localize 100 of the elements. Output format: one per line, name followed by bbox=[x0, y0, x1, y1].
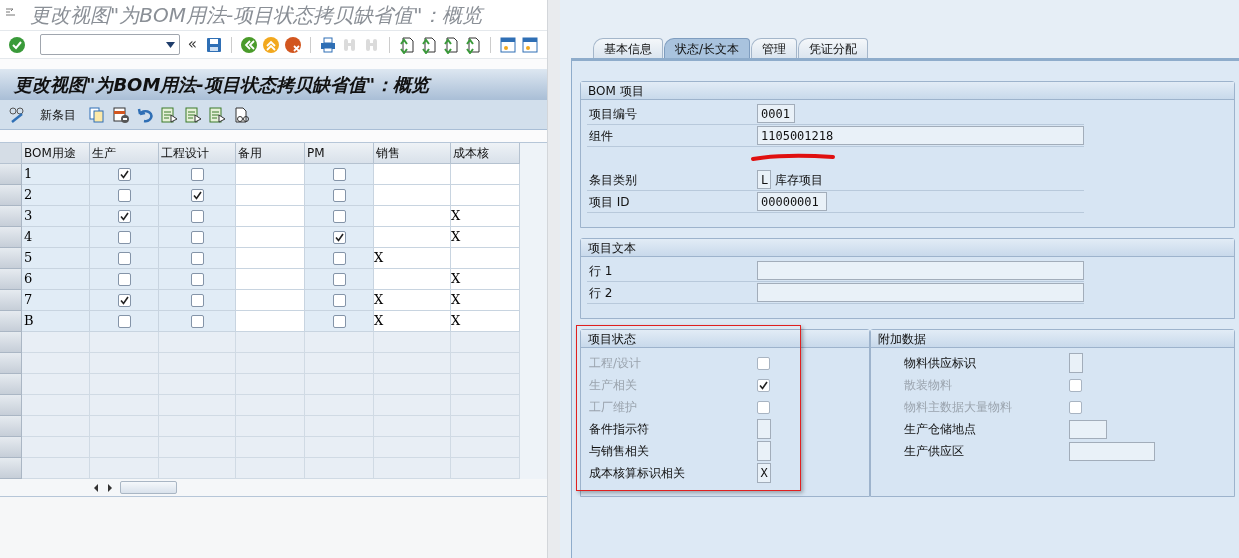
column-header[interactable]: BOM用途 bbox=[22, 143, 90, 164]
scroll-right-icon[interactable] bbox=[106, 482, 114, 493]
checkbox[interactable] bbox=[332, 272, 346, 286]
checkbox[interactable] bbox=[190, 209, 204, 223]
delete-icon[interactable] bbox=[112, 105, 130, 124]
last-page-icon[interactable] bbox=[464, 35, 482, 54]
checkbox[interactable] bbox=[117, 314, 131, 328]
row-selector[interactable] bbox=[0, 458, 22, 479]
previous-page-icon[interactable] bbox=[420, 35, 438, 54]
row-selector[interactable] bbox=[0, 374, 22, 395]
checkbox[interactable] bbox=[190, 293, 204, 307]
column-header[interactable]: PM bbox=[305, 143, 374, 164]
print-icon[interactable] bbox=[319, 35, 337, 54]
input-field[interactable]: 1105001218 bbox=[757, 126, 1084, 145]
deselect-icon[interactable] bbox=[208, 105, 226, 124]
row-selector[interactable] bbox=[0, 185, 22, 206]
checkbox[interactable] bbox=[332, 209, 346, 223]
table-cell bbox=[451, 395, 520, 416]
back-button[interactable]: « bbox=[187, 33, 198, 56]
checked-checkbox[interactable] bbox=[190, 188, 204, 202]
row-selector[interactable] bbox=[0, 332, 22, 353]
input-field[interactable]: 00000001 bbox=[757, 192, 827, 211]
checkbox[interactable] bbox=[190, 272, 204, 286]
table-cell: X bbox=[374, 248, 451, 269]
row-selector[interactable] bbox=[0, 395, 22, 416]
input-field[interactable]: 0001 bbox=[757, 104, 795, 123]
input-field[interactable] bbox=[1069, 353, 1083, 373]
checkbox[interactable] bbox=[190, 167, 204, 181]
cancel-icon[interactable] bbox=[284, 35, 302, 54]
row-selector[interactable] bbox=[0, 248, 22, 269]
column-header[interactable]: 成本核 bbox=[451, 143, 520, 164]
checkbox[interactable] bbox=[332, 188, 346, 202]
tab[interactable]: 基本信息 bbox=[593, 38, 663, 58]
input-field[interactable]: L bbox=[757, 170, 771, 189]
new-entries-button[interactable]: 新条目 bbox=[40, 105, 76, 124]
back-icon[interactable] bbox=[240, 35, 258, 54]
input-field[interactable] bbox=[757, 261, 1084, 280]
table-cell bbox=[22, 458, 90, 479]
row-selector[interactable] bbox=[0, 416, 22, 437]
checkbox[interactable] bbox=[117, 272, 131, 286]
flag-field[interactable] bbox=[757, 441, 771, 461]
column-header[interactable]: 生产 bbox=[90, 143, 159, 164]
checkbox[interactable] bbox=[332, 251, 346, 265]
table-cell bbox=[90, 374, 159, 395]
row-selector[interactable] bbox=[0, 206, 22, 227]
first-page-icon[interactable] bbox=[398, 35, 416, 54]
table-cell bbox=[305, 395, 374, 416]
row-selector[interactable] bbox=[0, 311, 22, 332]
flag-field[interactable] bbox=[757, 419, 771, 439]
column-header[interactable]: 销售 bbox=[374, 143, 451, 164]
table-cell bbox=[451, 332, 520, 353]
exit-icon[interactable] bbox=[262, 35, 280, 54]
column-header[interactable]: 备用 bbox=[236, 143, 305, 164]
checkbox[interactable] bbox=[190, 251, 204, 265]
new-window-icon[interactable] bbox=[498, 35, 517, 54]
input-field[interactable] bbox=[1069, 441, 1155, 461]
checked-checkbox[interactable] bbox=[332, 230, 346, 244]
table-cell bbox=[90, 395, 159, 416]
scrollbar-thumb[interactable] bbox=[120, 481, 177, 494]
checkbox[interactable] bbox=[190, 230, 204, 244]
checked-checkbox[interactable] bbox=[117, 293, 131, 307]
scroll-left-icon[interactable] bbox=[92, 482, 100, 493]
display-change-icon[interactable] bbox=[8, 105, 26, 124]
row-selector[interactable] bbox=[0, 290, 22, 311]
tab[interactable]: 状态/长文本 bbox=[664, 38, 751, 58]
row-selector[interactable] bbox=[0, 164, 22, 185]
details-icon[interactable] bbox=[232, 105, 250, 124]
checkbox[interactable] bbox=[117, 188, 131, 202]
checkbox[interactable] bbox=[332, 314, 346, 328]
input-field[interactable] bbox=[1069, 419, 1107, 439]
table-cell bbox=[22, 353, 90, 374]
tab[interactable]: 凭证分配 bbox=[798, 38, 869, 58]
next-page-icon[interactable] bbox=[442, 35, 460, 54]
row-selector[interactable] bbox=[0, 269, 22, 290]
shortcut-icon[interactable] bbox=[520, 35, 539, 54]
row-selector[interactable] bbox=[0, 437, 22, 458]
checkbox[interactable] bbox=[190, 314, 204, 328]
checkbox[interactable] bbox=[117, 251, 131, 265]
select-block-icon[interactable] bbox=[184, 105, 202, 124]
checked-checkbox[interactable] bbox=[117, 209, 131, 223]
table-cell bbox=[451, 458, 520, 479]
flag-field[interactable]: X bbox=[757, 463, 771, 483]
row-selector[interactable] bbox=[0, 353, 22, 374]
copy-icon[interactable] bbox=[88, 105, 106, 124]
command-field[interactable] bbox=[40, 34, 180, 55]
checkbox[interactable] bbox=[117, 230, 131, 244]
table-cell bbox=[90, 437, 159, 458]
table-cell bbox=[305, 416, 374, 437]
checked-checkbox[interactable] bbox=[117, 167, 131, 181]
input-field[interactable] bbox=[757, 283, 1084, 302]
save-icon[interactable] bbox=[205, 35, 224, 54]
checkbox[interactable] bbox=[332, 293, 346, 307]
row-selector[interactable] bbox=[0, 227, 22, 248]
select-all-icon[interactable] bbox=[160, 105, 178, 124]
table-cell bbox=[236, 437, 305, 458]
table-cell bbox=[236, 374, 305, 395]
checkbox[interactable] bbox=[332, 167, 346, 181]
check-icon[interactable] bbox=[8, 35, 26, 54]
tab[interactable]: 管理 bbox=[751, 38, 798, 58]
column-header[interactable]: 工程设计 bbox=[159, 143, 236, 164]
